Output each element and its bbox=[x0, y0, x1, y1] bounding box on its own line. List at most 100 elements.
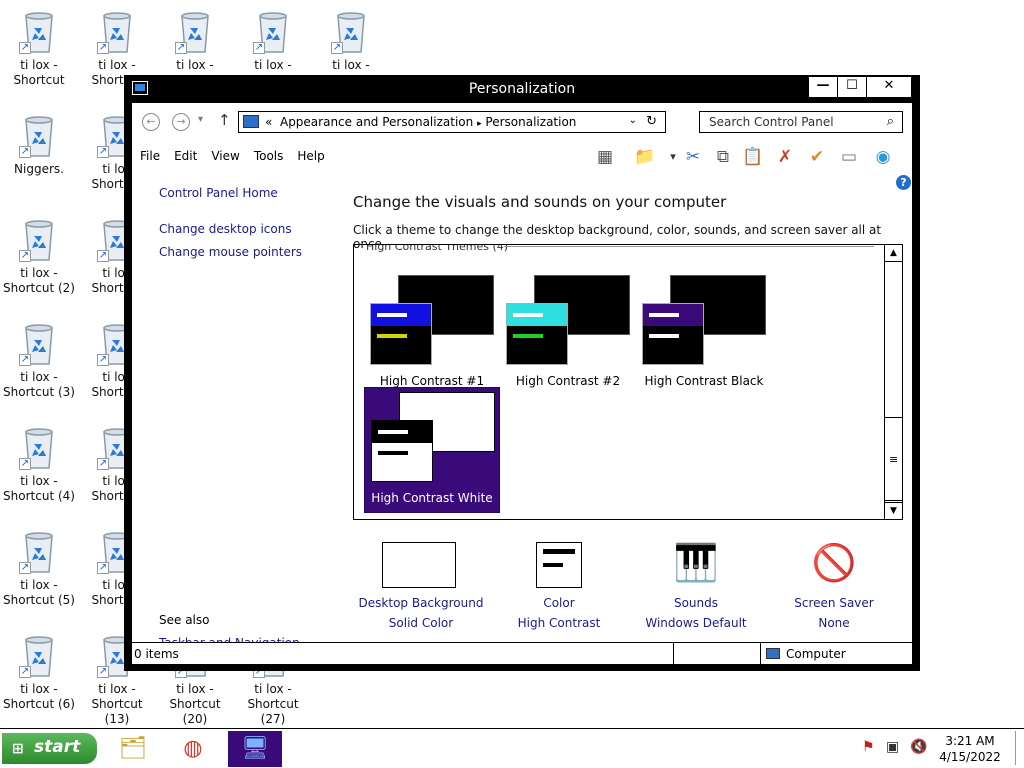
breadcrumb-separator-icon[interactable]: ▸ bbox=[477, 119, 482, 129]
search-icon[interactable]: ⌕ bbox=[887, 114, 894, 129]
cut-icon[interactable]: ✂ bbox=[682, 145, 704, 169]
setting-value[interactable]: Windows Default bbox=[621, 613, 771, 633]
clock-time[interactable]: 3:21 AM bbox=[944, 734, 996, 748]
paste-icon[interactable]: 📋 bbox=[742, 145, 764, 169]
desktop-shortcut[interactable]: ↗ ti lox - bbox=[312, 8, 390, 73]
shortcut-arrow-icon: ↗ bbox=[19, 562, 31, 574]
desktop-shortcut-label: Niggers. bbox=[14, 162, 64, 176]
menu-help[interactable]: Help bbox=[297, 149, 324, 163]
personalization-window: Personalization — ☐ ✕ ← → ▾ ↑ « Appearan… bbox=[124, 75, 920, 671]
desktop-shortcut-label: ti lox - bbox=[254, 58, 292, 72]
menu-view[interactable]: View bbox=[211, 149, 239, 163]
desktop-background-setting[interactable]: Desktop Background Solid Color bbox=[346, 539, 496, 633]
start-button[interactable]: ⊞ start bbox=[2, 733, 97, 764]
theme-tile[interactable]: High Contrast White bbox=[364, 387, 500, 513]
theme-name: High Contrast Black bbox=[644, 374, 764, 388]
status-location: Computer bbox=[786, 647, 846, 661]
desktop-shortcut-label: ti lox - Shortcut (5) bbox=[3, 578, 75, 607]
desktop-shortcut-label: ti lox - Shortcut (3) bbox=[3, 370, 75, 399]
desktop-shortcut[interactable]: ↗ ti lox - Shortcut (2) bbox=[0, 216, 78, 296]
network-icon[interactable]: ▣ bbox=[886, 739, 899, 755]
properties-icon[interactable]: ▭ bbox=[838, 145, 860, 169]
desktop-shortcut[interactable]: ↗ ti lox - bbox=[234, 8, 312, 73]
theme-preview-window bbox=[506, 303, 568, 365]
show-desktop-button[interactable] bbox=[1015, 731, 1024, 765]
desktop-shortcut[interactable]: ↗ ti lox - Shortcut (3) bbox=[0, 320, 78, 400]
theme-tile[interactable]: High Contrast #2 bbox=[500, 271, 636, 397]
recent-locations-button[interactable]: ▾ bbox=[198, 114, 203, 125]
color-setting[interactable]: Color High Contrast bbox=[484, 539, 634, 633]
shortcut-arrow-icon: ↗ bbox=[19, 354, 31, 366]
scroll-up-button[interactable]: ▲ bbox=[885, 245, 902, 262]
title-bar[interactable]: Personalization — ☐ ✕ bbox=[124, 75, 920, 103]
sounds-icon: 🎹 bbox=[673, 543, 719, 584]
delete-icon[interactable]: ✗ bbox=[774, 145, 796, 169]
setting-value[interactable]: Solid Color bbox=[346, 613, 496, 633]
screen-saver-icon: 🚫 bbox=[811, 543, 857, 584]
address-bar[interactable]: « Appearance and Personalization ▸ Perso… bbox=[238, 111, 666, 133]
breadcrumb-overflow[interactable]: « bbox=[265, 115, 272, 129]
action-center-flag-icon[interactable]: ⚑ bbox=[862, 739, 875, 755]
see-also-heading: See also bbox=[159, 613, 210, 627]
recycle-bin-icon: ↗ bbox=[19, 112, 57, 158]
menu-edit[interactable]: Edit bbox=[174, 149, 197, 163]
scroll-down-button[interactable]: ▼ bbox=[885, 502, 902, 519]
themes-scrollbar[interactable]: ▲ ≡ ▼ bbox=[884, 245, 902, 519]
setting-value[interactable]: High Contrast bbox=[484, 613, 634, 633]
globe-icon[interactable]: ◉ bbox=[872, 145, 894, 169]
up-button[interactable]: ↑ bbox=[218, 111, 231, 129]
search-input[interactable]: Search Control Panel ⌕ bbox=[699, 111, 903, 133]
scroll-grip-icon: ≡ bbox=[889, 453, 899, 466]
desktop-shortcut[interactable]: ↗ ti lox - Shortcut (4) bbox=[0, 424, 78, 504]
setting-name[interactable]: Desktop Background bbox=[346, 593, 496, 613]
copy-icon[interactable]: ⧉ bbox=[712, 145, 734, 169]
theme-preview-window bbox=[642, 303, 704, 365]
desktop-shortcut[interactable]: ↗ ti lox - Shortcut (5) bbox=[0, 528, 78, 608]
checkmark-icon[interactable]: ✔ bbox=[806, 145, 828, 169]
back-button[interactable]: ← bbox=[142, 113, 160, 131]
setting-name[interactable]: Color bbox=[484, 593, 634, 613]
shortcut-arrow-icon: ↗ bbox=[253, 42, 265, 54]
forward-button[interactable]: → bbox=[172, 113, 190, 131]
address-dropdown-icon[interactable]: ⌄ bbox=[629, 115, 637, 126]
close-button[interactable]: ✕ bbox=[866, 76, 912, 98]
volume-muted-icon[interactable]: 🔇 bbox=[910, 739, 927, 755]
menu-file[interactable]: File bbox=[140, 149, 160, 163]
change-desktop-icons-link[interactable]: Change desktop icons bbox=[159, 222, 292, 236]
change-mouse-pointers-link[interactable]: Change mouse pointers bbox=[159, 245, 302, 259]
maximize-button[interactable]: ☐ bbox=[837, 76, 867, 98]
theme-tile[interactable]: High Contrast Black bbox=[636, 271, 772, 397]
refresh-icon[interactable]: ↻ bbox=[646, 114, 657, 129]
computer-icon bbox=[766, 648, 780, 659]
setting-value[interactable]: None bbox=[759, 613, 909, 633]
theme-tile[interactable]: High Contrast #1 bbox=[364, 271, 500, 397]
group-divider bbox=[504, 246, 874, 247]
setting-name[interactable]: Sounds bbox=[621, 593, 771, 613]
screen-saver-setting[interactable]: 🚫 Screen Saver None bbox=[759, 539, 909, 633]
taskbar-control-panel-button[interactable]: 🖥 bbox=[228, 731, 282, 767]
theme-preview-window bbox=[370, 303, 432, 365]
dropdown-arrow-icon[interactable]: ▾ bbox=[662, 145, 684, 169]
minimize-button[interactable]: — bbox=[808, 76, 838, 98]
taskbar-chrome-button[interactable]: ◍ bbox=[166, 731, 220, 767]
help-icon[interactable]: ? bbox=[896, 175, 911, 190]
breadcrumb-personalization[interactable]: Personalization bbox=[485, 115, 576, 129]
desktop-shortcut[interactable]: ↗ Niggers. bbox=[0, 112, 78, 177]
folder-check-icon[interactable]: 📁 bbox=[634, 145, 656, 169]
scroll-thumb[interactable]: ≡ bbox=[885, 417, 902, 501]
sounds-setting[interactable]: 🎹 Sounds Windows Default bbox=[621, 539, 771, 633]
desktop-shortcut[interactable]: ↗ ti lox - bbox=[156, 8, 234, 73]
desktop-shortcut-label: ti lox - bbox=[176, 58, 214, 72]
shortcut-arrow-icon: ↗ bbox=[19, 146, 31, 158]
shortcut-arrow-icon: ↗ bbox=[97, 42, 109, 54]
setting-name[interactable]: Screen Saver bbox=[759, 593, 909, 613]
desktop-shortcut-label: ti lox - Shortcut (4) bbox=[3, 474, 75, 503]
desktop-shortcut[interactable]: ↗ ti lox - Shortcut (6) bbox=[0, 632, 78, 712]
clock-date[interactable]: 4/15/2022 bbox=[938, 750, 1002, 764]
layout-icon[interactable]: ▦ bbox=[594, 145, 616, 169]
desktop-shortcut[interactable]: ↗ ti lox - Shortcut bbox=[0, 8, 78, 88]
control-panel-home-link[interactable]: Control Panel Home bbox=[159, 186, 278, 200]
menu-tools[interactable]: Tools bbox=[254, 149, 284, 163]
taskbar-explorer-button[interactable]: 🗂 bbox=[106, 731, 160, 767]
breadcrumb-appearance[interactable]: Appearance and Personalization bbox=[280, 115, 473, 129]
